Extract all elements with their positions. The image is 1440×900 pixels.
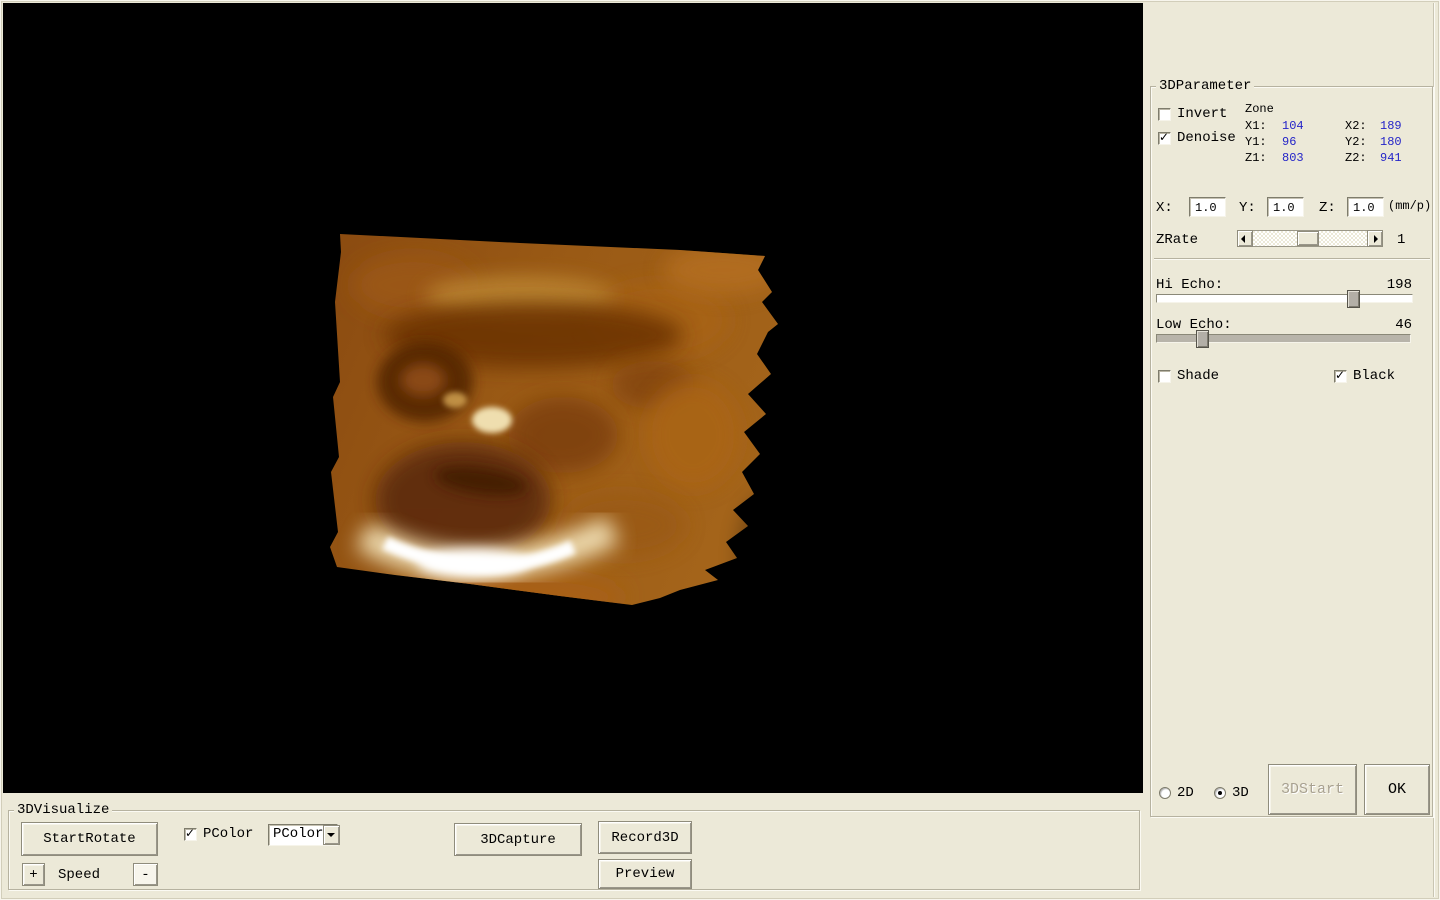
invert-checkbox[interactable] — [1158, 108, 1171, 121]
record-3d-button[interactable]: Record3D — [598, 821, 692, 854]
low-echo-value: 46 — [1395, 317, 1412, 333]
hi-echo-value: 198 — [1386, 277, 1412, 293]
zone-z2-label: Z2: — [1345, 151, 1367, 165]
x-scale-input[interactable] — [1189, 197, 1226, 217]
separator-line — [1154, 258, 1430, 260]
panel-edge-line — [1433, 3, 1434, 897]
denoise-checkbox[interactable] — [1158, 130, 1171, 145]
capture-3d-button[interactable]: 3DCapture — [454, 823, 582, 856]
zrate-scrollbar[interactable] — [1237, 230, 1383, 247]
pcolor-label: PColor — [203, 826, 254, 842]
ok-button[interactable]: OK — [1364, 764, 1430, 815]
zrate-label: ZRate — [1156, 232, 1199, 248]
pcolor-combobox[interactable]: PColor — [268, 824, 341, 846]
start-rotate-button[interactable]: StartRotate — [21, 822, 158, 856]
zone-x2-label: X2: — [1345, 119, 1367, 133]
pcolor-checkbox[interactable] — [184, 826, 197, 841]
right-arrow-icon — [1374, 235, 1378, 243]
visualize-groupbox: 3DVisualize StartRotate PColor PColor 3D… — [8, 802, 1140, 890]
invert-label: Invert — [1177, 106, 1228, 122]
invert-checkbox-row[interactable]: Invert — [1158, 106, 1228, 122]
chevron-down-icon — [327, 833, 336, 837]
application-window: { "colors": { "background": "#ece9d8", "… — [0, 0, 1440, 900]
start3d-button[interactable]: 3DStart — [1268, 764, 1357, 815]
mode-3d-radio[interactable] — [1214, 787, 1226, 799]
zone-x2-value: 189 — [1380, 119, 1402, 133]
pcolor-combobox-dropdown-button[interactable] — [323, 825, 341, 845]
y-scale-label: Y: — [1239, 200, 1256, 216]
parameter-group-title: 3DParameter — [1156, 78, 1255, 94]
mode-3d-radio-row[interactable]: 3D — [1214, 785, 1249, 801]
zrate-thumb[interactable] — [1297, 231, 1319, 246]
zone-y1-label: Y1: — [1245, 135, 1267, 149]
zrate-value: 1 — [1397, 232, 1406, 248]
zone-x1-value: 104 — [1282, 119, 1304, 133]
hi-echo-label: Hi Echo: — [1156, 277, 1224, 293]
z-scale-input[interactable] — [1347, 197, 1384, 217]
black-checkbox[interactable] — [1334, 368, 1347, 383]
hi-echo-slider-track[interactable] — [1156, 294, 1413, 303]
zrate-left-arrow[interactable] — [1237, 230, 1253, 247]
mode-3d-label: 3D — [1232, 785, 1249, 801]
denoise-label: Denoise — [1177, 130, 1236, 146]
zrate-right-arrow[interactable] — [1367, 230, 1383, 247]
parameter-groupbox: 3DParameter Invert Denoise Zone X1: 104 … — [1150, 78, 1433, 817]
low-echo-slider-track[interactable] — [1156, 334, 1411, 343]
shade-checkbox-row[interactable]: Shade — [1158, 368, 1220, 384]
y-scale-input[interactable] — [1267, 197, 1304, 217]
shade-label: Shade — [1177, 368, 1220, 384]
z-scale-label: Z: — [1319, 200, 1336, 216]
mode-2d-radio[interactable] — [1159, 787, 1171, 799]
visualize-group-title: 3DVisualize — [14, 802, 113, 818]
zone-z2-value: 941 — [1380, 151, 1402, 165]
speed-label: Speed — [58, 867, 101, 883]
denoise-checkbox-row[interactable]: Denoise — [1158, 130, 1236, 146]
zone-z1-label: Z1: — [1245, 151, 1267, 165]
left-arrow-icon — [1241, 235, 1245, 243]
hi-echo-slider-thumb[interactable] — [1347, 290, 1360, 308]
black-checkbox-row[interactable]: Black — [1334, 368, 1396, 384]
pcolor-combobox-value: PColor — [273, 826, 324, 842]
preview-button[interactable]: Preview — [598, 859, 692, 889]
x-scale-label: X: — [1156, 200, 1173, 216]
zone-x1-label: X1: — [1245, 119, 1267, 133]
zone-y2-label: Y2: — [1345, 135, 1367, 149]
render-viewport[interactable] — [3, 3, 1143, 793]
low-echo-slider-thumb[interactable] — [1196, 330, 1209, 348]
speed-plus-button[interactable]: + — [22, 863, 45, 886]
pcolor-checkbox-row[interactable]: PColor — [184, 826, 254, 842]
zone-z1-value: 803 — [1282, 151, 1304, 165]
mode-2d-radio-row[interactable]: 2D — [1159, 785, 1194, 801]
black-label: Black — [1353, 368, 1396, 384]
speed-minus-button[interactable]: - — [133, 863, 158, 886]
zone-title: Zone — [1245, 102, 1274, 116]
mode-2d-label: 2D — [1177, 785, 1194, 801]
ultrasound-render — [330, 234, 778, 605]
scale-unit-label: (mm/p) — [1388, 199, 1432, 213]
shade-checkbox[interactable] — [1158, 370, 1171, 383]
zone-y2-value: 180 — [1380, 135, 1402, 149]
low-echo-label: Low Echo: — [1156, 317, 1232, 333]
zrate-track[interactable] — [1253, 230, 1367, 247]
zone-y1-value: 96 — [1282, 135, 1297, 149]
